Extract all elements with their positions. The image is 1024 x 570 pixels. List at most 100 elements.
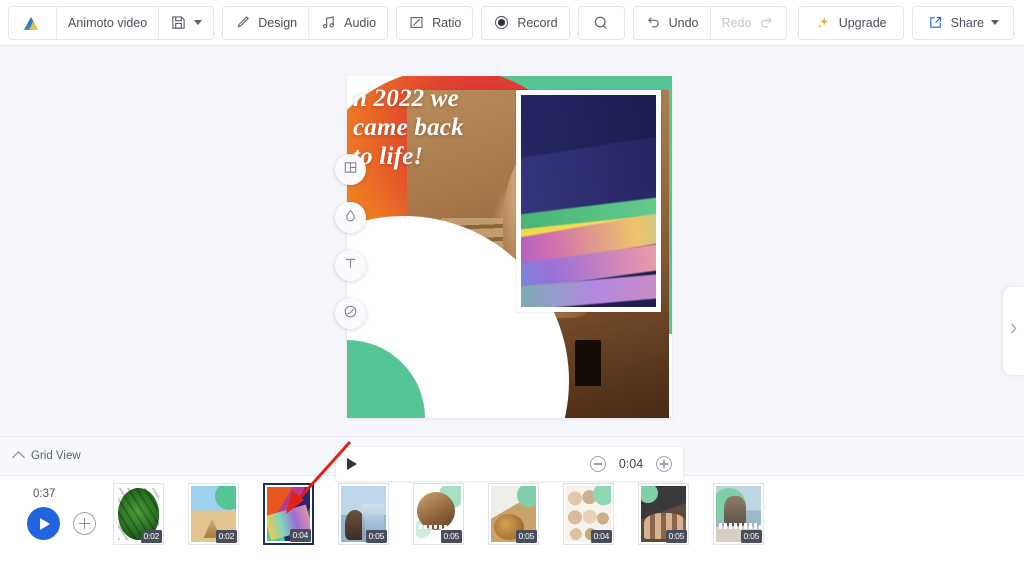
preview-playback-bar: 0:04	[335, 446, 684, 482]
project-title-label: Animoto video	[68, 15, 148, 30]
search-button[interactable]	[579, 7, 624, 39]
clip-art-shape	[267, 523, 285, 541]
clip-couple[interactable]: 0:05	[338, 483, 389, 545]
undo-label: Undo	[668, 15, 699, 30]
clip-duration-badge: 0:05	[365, 530, 387, 543]
redo-arrow-icon	[758, 14, 775, 31]
toolbar-right-actions: Upgrade Share	[790, 5, 1014, 40]
share-group: Share	[911, 5, 1014, 40]
rainbow-abstract-art	[521, 95, 656, 307]
expand-right-panel-button[interactable]	[1002, 286, 1024, 376]
canvas-headline[interactable]: n 2022 we came back to life!	[353, 84, 537, 171]
preview-duration-controls: 0:04	[590, 456, 672, 472]
undo-arrow-icon	[645, 14, 662, 31]
history-group: Undo Redo	[632, 5, 788, 40]
share-label: Share	[950, 15, 984, 30]
top-toolbar: Animoto video Design Audio Ratio Record …	[0, 0, 1024, 46]
increase-duration-button[interactable]	[656, 456, 672, 472]
total-duration-label: 0:37	[33, 488, 56, 500]
clip-text-overlay	[419, 525, 461, 529]
search-group	[577, 5, 625, 40]
layout-tool[interactable]	[335, 154, 366, 185]
scene-duration-value: 0:04	[618, 457, 644, 471]
record-group: Record	[481, 5, 570, 40]
clip-duration-badge: 0:05	[440, 530, 462, 543]
canvas-tool-rail	[335, 154, 366, 329]
redo-button[interactable]: Redo	[709, 6, 787, 39]
clip-beach[interactable]: 0:05	[713, 483, 764, 545]
music-note-icon	[320, 14, 337, 31]
floppy-save-icon	[170, 14, 187, 31]
clip-art-shape	[724, 496, 746, 526]
add-scene-button[interactable]	[73, 512, 96, 535]
color-tool[interactable]	[335, 202, 366, 233]
clip-people[interactable]: 0:05	[638, 483, 689, 545]
clip-art-shape	[517, 486, 536, 507]
droplet-icon	[343, 208, 358, 228]
edit-tools-group: Design Audio	[222, 5, 389, 40]
upgrade-button[interactable]: Upgrade	[799, 7, 903, 39]
text-tool[interactable]	[335, 250, 366, 281]
clip-strip[interactable]: 0:02 0:02 0:04 0:05 0:05 0:05 0:04 0:05 0:05	[106, 476, 1024, 552]
animoto-editor-window: Animoto video Design Audio Ratio Record …	[0, 0, 1024, 570]
editor-stage: n 2022 we came back to life! 0:04	[0, 46, 1024, 482]
brush-icon	[234, 14, 251, 31]
ratio-button[interactable]: Ratio	[397, 7, 472, 39]
chevron-right-icon	[1009, 322, 1018, 340]
share-button[interactable]: Share	[913, 7, 1013, 39]
clip-art-shape	[641, 486, 658, 503]
clip-duration-badge: 0:04	[590, 530, 612, 543]
undo-button[interactable]: Undo	[634, 7, 710, 39]
timeline-play-button[interactable]	[27, 507, 60, 540]
upgrade-label: Upgrade	[838, 15, 887, 30]
search-icon	[593, 14, 610, 31]
text-t-icon	[343, 256, 358, 276]
save-button[interactable]	[158, 6, 213, 39]
redo-label: Redo	[721, 15, 752, 30]
clip-art-shape	[215, 486, 236, 510]
clip-duration-badge: 0:05	[665, 530, 687, 543]
clip-text-overlay	[719, 525, 761, 529]
design-label: Design	[258, 15, 298, 30]
chevron-down-icon	[991, 20, 999, 25]
play-icon	[40, 517, 50, 530]
clip-duration-badge: 0:05	[515, 530, 537, 543]
record-button[interactable]: Record	[482, 7, 568, 39]
record-dot-icon	[493, 14, 510, 31]
external-link-icon	[927, 14, 944, 31]
clip-rainbow-sphinx[interactable]: 0:04	[263, 483, 314, 545]
rainbow-abstract-photo[interactable]	[516, 90, 661, 312]
clip-food[interactable]: 0:05	[488, 483, 539, 545]
timeline-controls: 0:37	[0, 476, 105, 552]
sparkle-icon	[815, 14, 832, 31]
timeline: 0:37 0:02 0:02 0:04 0:05 0:05 0:05 0:04 0:05 0:0…	[0, 476, 1024, 570]
preview-play-button[interactable]	[347, 458, 357, 470]
project-title-button[interactable]: Animoto video	[56, 6, 158, 39]
design-button[interactable]: Design	[223, 7, 308, 39]
clip-duration-badge: 0:04	[289, 529, 311, 542]
pyramid-doorway	[575, 340, 601, 386]
clip-travel[interactable]: 0:05	[413, 483, 464, 545]
layout-grid-icon	[343, 160, 358, 180]
project-group: Animoto video	[8, 5, 215, 40]
audio-label: Audio	[344, 15, 377, 30]
record-label: Record	[517, 15, 558, 30]
clip-sphinx[interactable]: 0:02	[188, 483, 239, 545]
chevron-up-icon	[12, 451, 25, 464]
upgrade-group: Upgrade	[797, 5, 904, 40]
clip-duration-badge: 0:05	[740, 530, 762, 543]
grid-view-label[interactable]: Grid View	[31, 450, 81, 462]
filter-circle-icon	[343, 304, 358, 324]
animoto-logo-icon[interactable]	[9, 14, 56, 32]
ratio-label: Ratio	[432, 15, 462, 30]
chevron-down-icon	[194, 20, 203, 25]
clip-collage[interactable]: 0:04	[563, 483, 614, 545]
aspect-ratio-icon	[408, 14, 425, 31]
clip-duration-badge: 0:02	[215, 530, 237, 543]
filter-tool[interactable]	[335, 298, 366, 329]
audio-button[interactable]: Audio	[308, 6, 387, 39]
clip-duration-badge: 0:02	[140, 530, 162, 543]
video-canvas[interactable]: n 2022 we came back to life!	[347, 76, 672, 418]
clip-leaves[interactable]: 0:02	[113, 483, 164, 545]
decrease-duration-button[interactable]	[590, 456, 606, 472]
